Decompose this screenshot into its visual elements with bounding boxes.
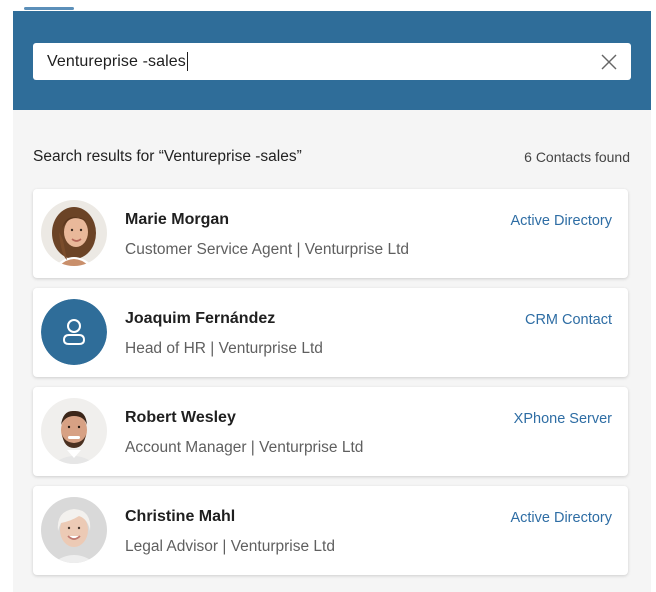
close-icon xyxy=(601,54,617,70)
contact-source-link[interactable]: Active Directory xyxy=(510,213,612,229)
contact-card[interactable]: Christine Mahl Legal Advisor | Venturpri… xyxy=(33,486,628,575)
contact-name: Marie Morgan xyxy=(125,211,230,228)
results-title: Search results for “Ventureprise -sales” xyxy=(33,148,302,165)
search-input-value[interactable]: Ventureprise -sales xyxy=(47,53,186,71)
contact-card[interactable]: Robert Wesley Account Manager | Venturpr… xyxy=(33,387,628,476)
active-tab-indicator xyxy=(24,7,74,10)
photo-woman-brown-hair-icon xyxy=(41,200,107,266)
contact-name: Robert Wesley xyxy=(125,409,236,426)
person-placeholder-icon xyxy=(41,299,107,365)
contact-subtitle: Customer Service Agent | Venturprise Ltd xyxy=(125,241,410,258)
contact-card[interactable]: Marie Morgan Customer Service Agent | Ve… xyxy=(33,189,628,278)
avatar xyxy=(41,200,107,266)
contact-source-link[interactable]: XPhone Server xyxy=(514,411,612,427)
results-count: 6 Contacts found xyxy=(524,149,630,165)
contact-source-link[interactable]: Active Directory xyxy=(510,510,612,526)
contact-subtitle: Head of HR | Venturprise Ltd xyxy=(125,340,323,357)
avatar xyxy=(41,299,107,365)
avatar xyxy=(41,398,107,464)
contact-source-link[interactable]: CRM Contact xyxy=(525,312,612,328)
contact-card[interactable]: Joaquim Fernández Head of HR | Venturpri… xyxy=(33,288,628,377)
results-panel: Search results for “Ventureprise -sales”… xyxy=(13,110,651,592)
search-header: Ventureprise -sales xyxy=(13,11,651,110)
photo-woman-gray-hair-icon xyxy=(41,497,107,563)
contact-name: Christine Mahl xyxy=(125,508,236,525)
clear-search-button[interactable] xyxy=(599,52,619,72)
contact-subtitle: Account Manager | Venturprise Ltd xyxy=(125,439,364,456)
contact-subtitle: Legal Advisor | Venturprise Ltd xyxy=(125,538,335,555)
search-input[interactable]: Ventureprise -sales xyxy=(33,43,631,80)
photo-man-beard-icon xyxy=(41,398,107,464)
contact-name: Joaquim Fernández xyxy=(125,310,276,327)
avatar xyxy=(41,497,107,563)
text-caret xyxy=(186,52,188,71)
top-strip xyxy=(0,0,656,11)
